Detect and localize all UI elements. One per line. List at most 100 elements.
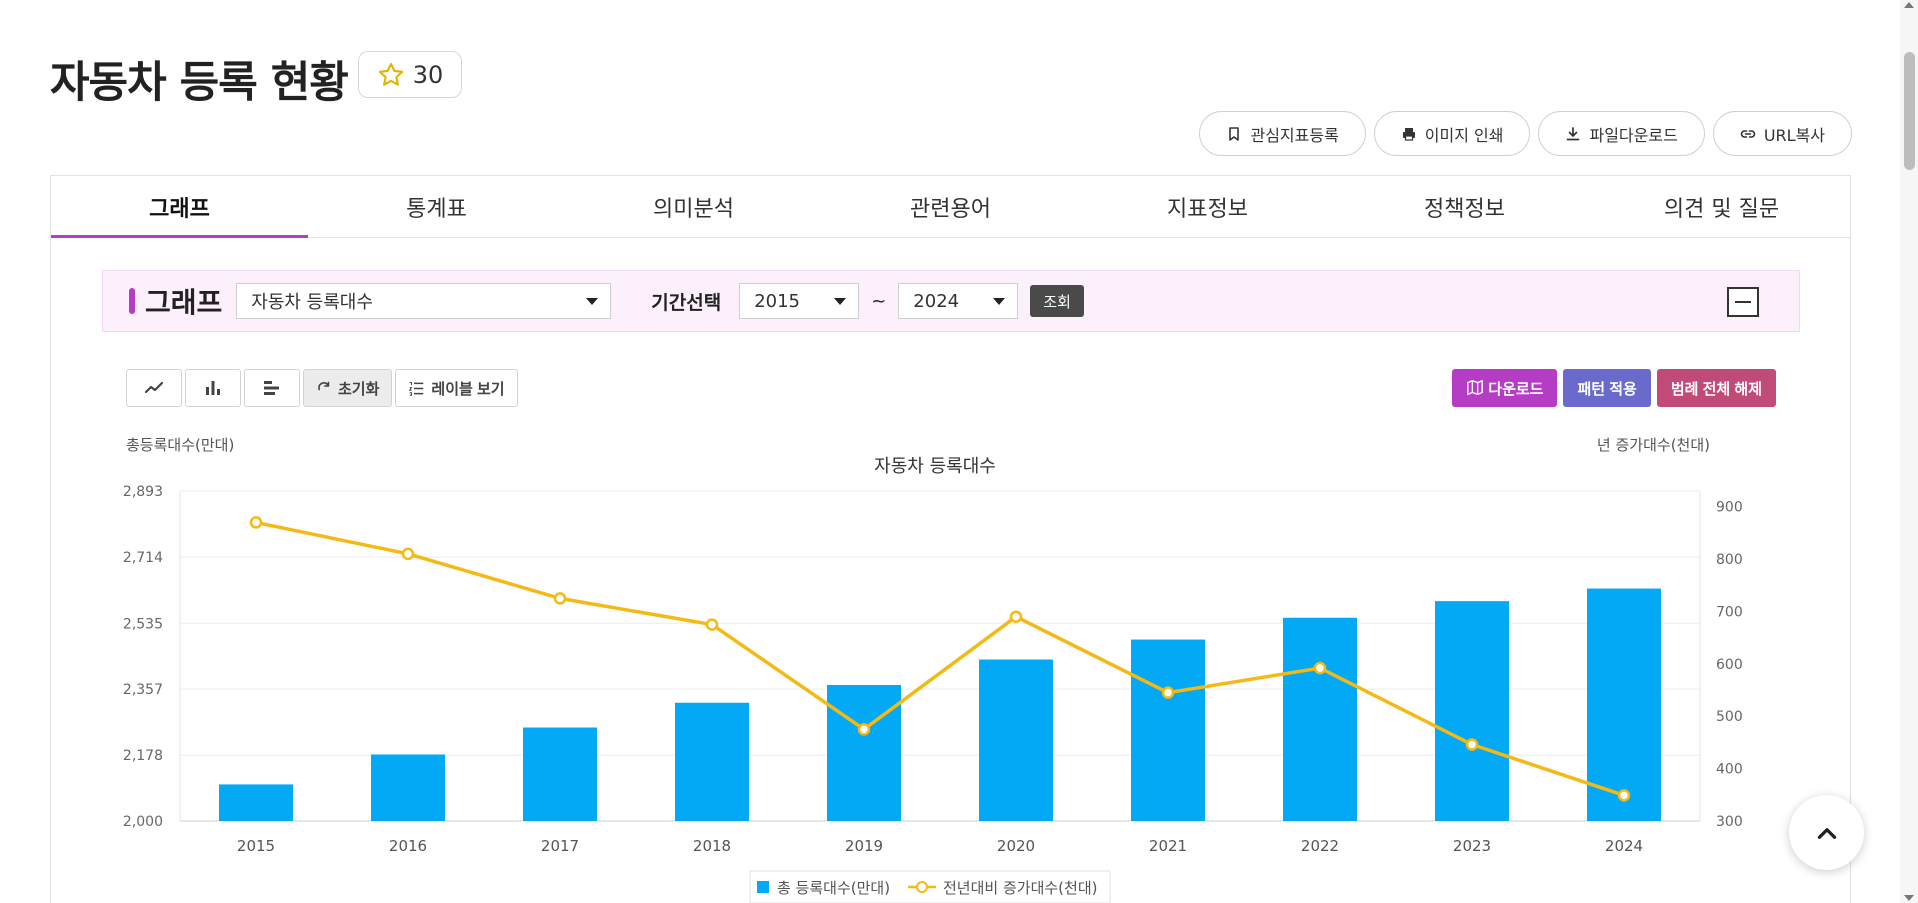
y-tick-label: 2,000 (123, 814, 163, 830)
legend-bar-label: 총 등록대수(만대) (777, 879, 890, 897)
indicator-select[interactable]: 자동차 등록대수 (236, 283, 612, 319)
end-year-value: 2024 (913, 290, 960, 312)
page-title: 자동차 등록 현황 (50, 58, 349, 108)
x-tick-label: 2017 (541, 837, 579, 855)
chart-title: 자동차 등록대수 (874, 456, 996, 477)
x-tick-label: 2023 (1453, 837, 1491, 855)
bar-chart-button[interactable] (185, 369, 241, 407)
tab-policy-info[interactable]: 정책정보 (1336, 176, 1593, 237)
list-icon (409, 381, 424, 396)
y2-tick-label: 900 (1716, 500, 1743, 516)
x-tick-label: 2024 (1605, 837, 1643, 855)
bookmark-label: 관심지표등록 (1250, 125, 1339, 145)
x-tick-label: 2016 (389, 837, 427, 855)
line-chart-button[interactable] (126, 369, 182, 407)
bookmark-icon (1229, 126, 1240, 141)
chart-download-button[interactable]: 다운로드 (1452, 369, 1558, 407)
line-point (857, 723, 871, 736)
filter-label: 그래프 (145, 286, 223, 319)
url-copy-label: URL복사 (1763, 125, 1825, 145)
bar (1131, 639, 1205, 821)
label-view-label: 레이블 보기 (431, 380, 505, 398)
action-bar: 관심지표등록 이미지 인쇄 파일다운로드 URL복사 (1199, 111, 1852, 156)
tab-stat-table[interactable]: 통계표 (308, 176, 565, 237)
print-button[interactable]: 이미지 인쇄 (1373, 111, 1531, 156)
scrollbar[interactable] (1900, 0, 1918, 903)
bar (675, 702, 749, 821)
scroll-thumb[interactable] (1904, 52, 1915, 170)
scroll-up-icon[interactable] (1904, 2, 1914, 8)
tab-qna[interactable]: 의견 및 질문 (1593, 176, 1850, 237)
y-tick-label: 2,893 (123, 484, 163, 500)
filter-bar: 그래프 자동차 등록대수 기간선택 2015 ~ 2024 조회 (102, 270, 1800, 332)
horizontal-bar-button[interactable] (244, 369, 300, 407)
print-label: 이미지 인쇄 (1424, 125, 1504, 145)
x-tick-label: 2019 (845, 837, 883, 855)
pattern-apply-button[interactable]: 패턴 적용 (1563, 369, 1651, 407)
line-point (553, 592, 567, 605)
refresh-icon (318, 381, 330, 391)
line-point (1465, 738, 1479, 751)
scroll-to-top-button[interactable] (1789, 795, 1864, 870)
bar (827, 685, 901, 821)
y2-tick-label: 300 (1716, 814, 1743, 830)
line-point (1313, 661, 1327, 675)
download-icon (1567, 126, 1580, 140)
tab-indicator-info[interactable]: 지표정보 (1079, 176, 1336, 237)
tab-terms[interactable]: 관련용어 (822, 176, 1079, 237)
bar-chart-icon (206, 381, 220, 395)
reset-label: 초기화 (338, 380, 380, 398)
label-view-button[interactable]: 레이블 보기 (395, 369, 518, 407)
url-copy-button[interactable]: URL복사 (1712, 111, 1852, 156)
chart-download-label: 다운로드 (1488, 380, 1544, 398)
line-chart-icon (144, 381, 164, 394)
y-tick-label: 2,714 (123, 550, 163, 566)
line-point (1161, 686, 1175, 699)
star-icon (378, 62, 403, 86)
y2-tick-label: 500 (1716, 709, 1743, 725)
y-tick-label: 2,357 (123, 682, 163, 698)
start-year-value: 2015 (754, 290, 801, 312)
y2-tick-label: 800 (1716, 552, 1743, 568)
y-tick-label: 2,178 (123, 748, 163, 764)
tab-bar: 그래프 통계표 의미분석 관련용어 지표정보 정책정보 의견 및 질문 (50, 175, 1851, 238)
line-point (249, 516, 263, 529)
tab-analysis[interactable]: 의미분석 (565, 176, 822, 237)
start-year-select[interactable]: 2015 (739, 283, 860, 319)
line-series (255, 520, 1625, 797)
bar (1435, 601, 1509, 821)
y-tick-label: 2,535 (123, 616, 163, 632)
map-download-icon (1467, 380, 1484, 396)
legend-clear-button[interactable]: 범례 전체 해제 (1656, 369, 1776, 407)
bar (371, 754, 445, 821)
line-point (401, 547, 415, 561)
filter-accent-bar (129, 288, 135, 314)
query-button[interactable]: 조회 (1030, 285, 1084, 317)
scroll-down-icon[interactable] (1904, 895, 1914, 901)
period-label: 기간선택 (651, 291, 722, 314)
y2-tick-label: 600 (1716, 657, 1743, 673)
legend-line-marker (916, 881, 928, 893)
tab-graph[interactable]: 그래프 (51, 176, 308, 238)
bar (1283, 617, 1357, 821)
file-download-button[interactable]: 파일다운로드 (1538, 111, 1705, 156)
line-point (705, 618, 719, 631)
x-tick-label: 2020 (997, 837, 1035, 855)
y-axis-title: 총등록대수(만대) (126, 436, 234, 454)
chevron-down-icon (586, 298, 599, 305)
chart: 총등록대수(만대) 년 증가대수(천대) 자동차 등록대수 2,000 2,178 2,3… (123, 436, 1743, 903)
favorite-button[interactable]: 30 (358, 51, 462, 98)
bookmark-button[interactable]: 관심지표등록 (1199, 111, 1366, 156)
reset-button[interactable]: 초기화 (303, 369, 393, 407)
collapse-button[interactable] (1727, 287, 1759, 317)
file-download-label: 파일다운로드 (1589, 125, 1678, 145)
line-point (1617, 789, 1631, 802)
period-separator: ~ (871, 290, 887, 312)
line-point (1009, 610, 1023, 623)
chart-action-toolbar: 다운로드 패턴 적용 범례 전체 해제 (1452, 369, 1776, 407)
y2-axis-title: 년 증가대수(천대) (1597, 436, 1710, 454)
chevron-down-icon (993, 298, 1006, 305)
indicator-select-value: 자동차 등록대수 (251, 292, 373, 313)
favorite-count: 30 (412, 60, 444, 89)
end-year-select[interactable]: 2024 (898, 283, 1019, 319)
